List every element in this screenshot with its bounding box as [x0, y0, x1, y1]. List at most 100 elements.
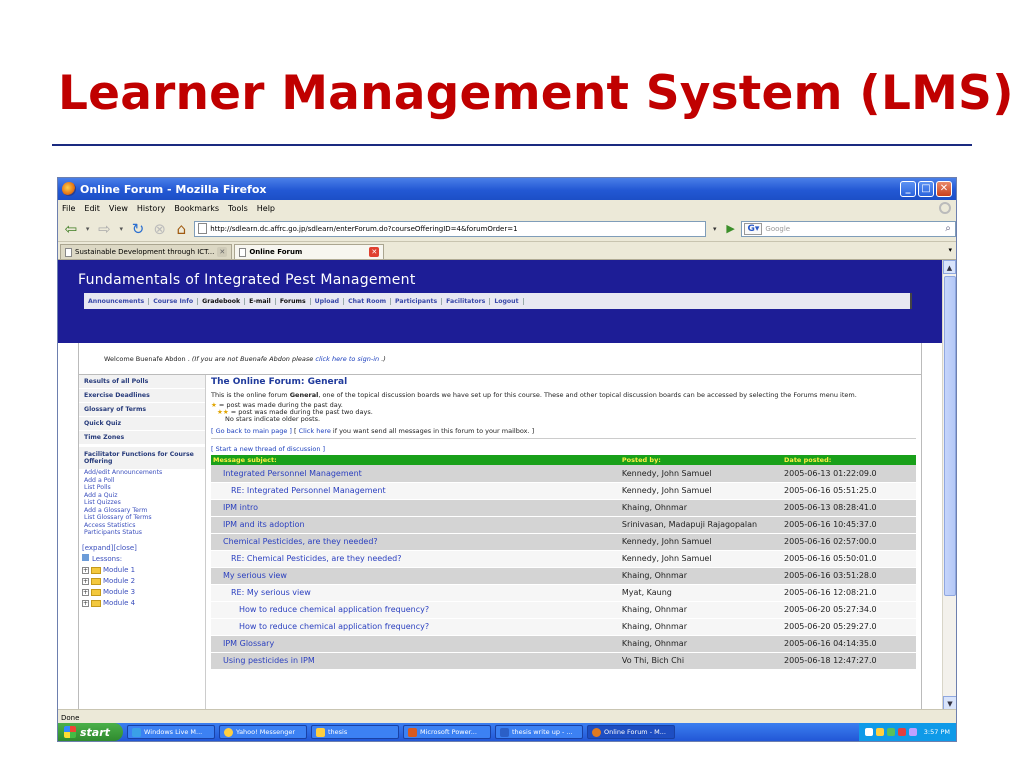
expand-icon[interactable]: + — [82, 588, 89, 596]
nav-gradebook[interactable]: Gradebook — [198, 297, 246, 305]
nav-logout[interactable]: Logout — [490, 297, 524, 305]
search-icon[interactable]: ⌕ — [941, 222, 955, 236]
nav-course-info[interactable]: Course Info — [149, 297, 199, 305]
search-placeholder: Google — [765, 224, 791, 233]
link-list-quizzes[interactable]: List Quizzes — [84, 499, 200, 507]
menu-file[interactable]: File — [62, 204, 75, 213]
tree-module-4[interactable]: + Module 4 — [82, 598, 202, 609]
link-add-poll[interactable]: Add a Poll — [84, 477, 200, 485]
message-subject-link[interactable]: Chemical Pesticides, are they needed? — [211, 533, 620, 551]
help-tray-icon[interactable] — [864, 728, 873, 736]
start-button[interactable]: start — [58, 723, 123, 741]
stop-icon[interactable]: ⊗ — [151, 220, 169, 238]
forward-icon[interactable]: ⇨ — [96, 220, 114, 238]
nav-chat-room[interactable]: Chat Room — [344, 297, 392, 305]
message-subject-link[interactable]: How to reduce chemical application frequ… — [211, 601, 620, 619]
volume-tray-icon[interactable] — [908, 728, 917, 736]
nav-announcements[interactable]: Announcements — [84, 297, 150, 305]
link-participants-status[interactable]: Participants Status — [84, 529, 200, 537]
window-titlebar[interactable]: Online Forum - Mozilla Firefox _ □ ✕ — [58, 178, 956, 200]
menu-edit[interactable]: Edit — [84, 204, 100, 213]
expand-icon[interactable]: + — [82, 599, 89, 607]
maximize-button[interactable]: □ — [918, 181, 934, 197]
network-tray-icon[interactable] — [886, 728, 895, 736]
link-add-glossary-term[interactable]: Add a Glossary Term — [84, 507, 200, 515]
reload-icon[interactable]: ↻ — [129, 220, 147, 238]
message-subject-link[interactable]: RE: Chemical Pesticides, are they needed… — [211, 550, 620, 568]
message-subject-link[interactable]: Integrated Personnel Management — [211, 465, 620, 483]
scroll-thumb[interactable] — [944, 276, 956, 596]
table-row: RE: My serious view Myat, Kaung 2005-06-16… — [211, 584, 916, 602]
menu-view[interactable]: View — [109, 204, 128, 213]
message-subject-link[interactable]: RE: My serious view — [211, 584, 620, 602]
link-add-announcements[interactable]: Add/edit Announcements — [84, 469, 200, 477]
tree-module-1[interactable]: + Module 1 — [82, 565, 202, 576]
url-dropdown-icon[interactable]: ▾ — [710, 222, 720, 236]
sign-in-link[interactable]: click here to sign-in — [315, 355, 379, 363]
nav-participants[interactable]: Participants — [391, 297, 443, 305]
message-subject-link[interactable]: IPM and its adoption — [211, 516, 620, 534]
table-row: How to reduce chemical application frequ… — [211, 618, 916, 636]
tree-module-2[interactable]: + Module 2 — [82, 576, 202, 587]
go-icon[interactable]: ▶ — [724, 222, 738, 236]
expand-icon[interactable]: + — [82, 566, 89, 574]
task-online-forum[interactable]: Online Forum - M... — [587, 725, 675, 739]
start-thread-link[interactable]: [ Start a new thread of discussion ] — [211, 445, 916, 453]
tab-sustainable-development[interactable]: Sustainable Development through ICT... ✕ — [60, 244, 233, 259]
message-subject-link[interactable]: My serious view — [211, 567, 620, 585]
task-yahoo-messenger[interactable]: Yahoo! Messenger — [219, 725, 307, 739]
tab-close-icon[interactable]: ✕ — [369, 247, 380, 257]
tab-online-forum[interactable]: Online Forum ✕ — [234, 244, 385, 259]
link-access-statistics[interactable]: Access Statistics — [84, 522, 200, 530]
message-subject-link[interactable]: RE: Integrated Personnel Management — [211, 482, 620, 500]
sidebar-item-quick-quiz[interactable]: Quick Quiz — [79, 417, 205, 431]
menu-bookmarks[interactable]: Bookmarks — [174, 204, 219, 213]
task-windows-live[interactable]: Windows Live M... — [127, 725, 215, 739]
minimize-button[interactable]: _ — [900, 181, 916, 197]
link-list-polls[interactable]: List Polls — [84, 484, 200, 492]
link-add-quiz[interactable]: Add a Quiz — [84, 492, 200, 500]
nav-email[interactable]: E-mail — [245, 297, 276, 305]
tree-module-3[interactable]: + Module 3 — [82, 587, 202, 598]
google-icon[interactable]: G▾ — [744, 222, 763, 235]
back-dropdown-icon[interactable]: ▾ — [84, 220, 92, 238]
vertical-scrollbar[interactable]: ▲ ▼ — [942, 260, 956, 710]
link-list-glossary[interactable]: List Glossary of Terms — [84, 514, 200, 522]
back-to-main-link[interactable]: [ Go back to main page ] — [211, 427, 292, 435]
message-subject-link[interactable]: IPM intro — [211, 499, 620, 517]
tab-list-icon[interactable]: ▾ — [948, 246, 952, 254]
scroll-down-icon[interactable]: ▼ — [943, 696, 956, 710]
task-powerpoint[interactable]: Microsoft Power... — [403, 725, 491, 739]
tab-close-icon[interactable]: ✕ — [217, 247, 228, 257]
tab-label: Sustainable Development through ICT... — [75, 248, 215, 256]
messenger-tray-icon[interactable] — [875, 728, 884, 736]
home-icon[interactable]: ⌂ — [173, 220, 191, 238]
sidebar-item-time-zones[interactable]: Time Zones — [79, 431, 205, 445]
scroll-up-icon[interactable]: ▲ — [943, 260, 956, 274]
nav-forums[interactable]: Forums — [276, 297, 311, 305]
close-button[interactable]: ✕ — [936, 181, 952, 197]
sidebar-item-glossary[interactable]: Glossary of Terms — [79, 403, 205, 417]
sidebar-item-polls[interactable]: Results of all Polls — [79, 375, 205, 389]
back-icon[interactable]: ⇦ — [62, 220, 80, 238]
sidebar-item-deadlines[interactable]: Exercise Deadlines — [79, 389, 205, 403]
mail-all-link[interactable]: Click here — [299, 427, 331, 435]
menu-tools[interactable]: Tools — [228, 204, 248, 213]
menu-help[interactable]: Help — [257, 204, 275, 213]
nav-facilitators[interactable]: Facilitators — [442, 297, 491, 305]
task-thesis-folder[interactable]: thesis — [311, 725, 399, 739]
message-subject-link[interactable]: How to reduce chemical application frequ… — [211, 618, 620, 636]
security-tray-icon[interactable] — [897, 728, 906, 736]
task-label: Microsoft Power... — [420, 728, 477, 736]
url-bar[interactable]: http://sdlearn.dc.affrc.go.jp/sdlearn/en… — [194, 220, 706, 237]
task-thesis-word[interactable]: thesis write up - ... — [495, 725, 583, 739]
search-input[interactable]: G▾ Google ⌕ — [741, 220, 956, 237]
expand-icon[interactable]: + — [82, 577, 89, 585]
menu-history[interactable]: History — [137, 204, 165, 213]
tree-controls[interactable]: [expand][close] — [82, 543, 202, 554]
message-subject-link[interactable]: Using pesticides in IPM — [211, 652, 620, 670]
forward-dropdown-icon[interactable]: ▾ — [117, 220, 125, 238]
menu-bar: File Edit View History Bookmarks Tools H… — [58, 200, 956, 216]
nav-upload[interactable]: Upload — [311, 297, 345, 305]
message-subject-link[interactable]: IPM Glossary — [211, 635, 620, 653]
